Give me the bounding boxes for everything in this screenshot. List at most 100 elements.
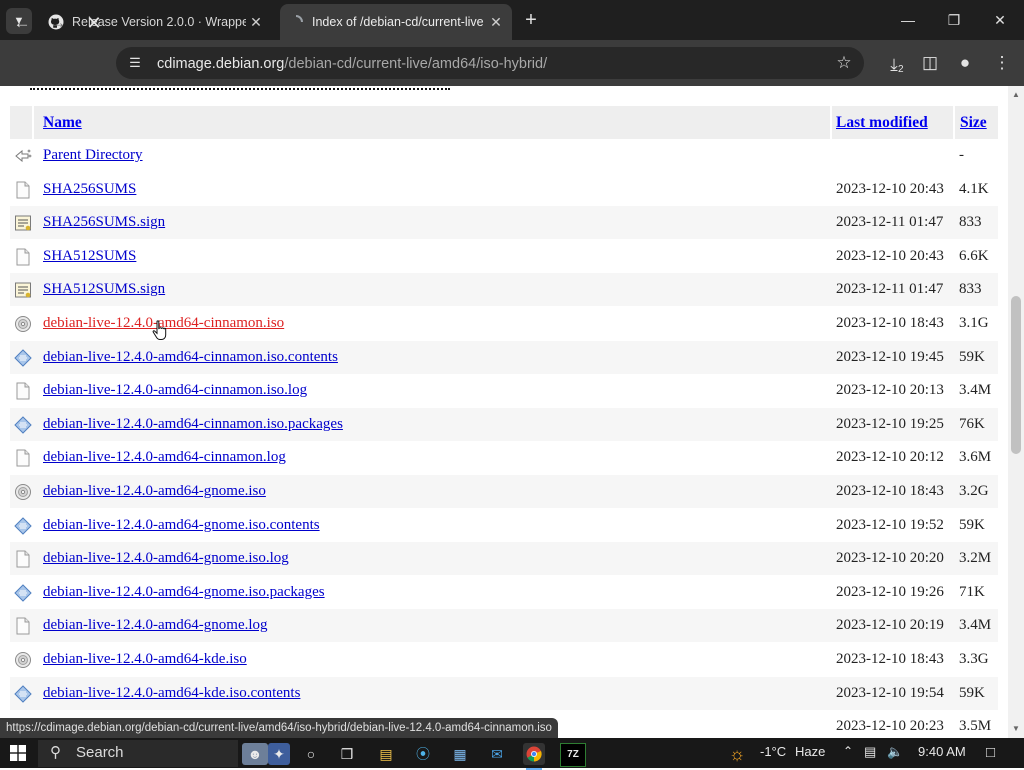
file-link[interactable]: debian-live-12.4.0-amd64-kde.iso xyxy=(43,651,247,668)
microsoft-store-icon[interactable]: ▦ xyxy=(449,743,471,765)
size-cell: 59K xyxy=(959,348,985,365)
close-tab-icon[interactable]: ✕ xyxy=(246,14,266,31)
size-cell: 833 xyxy=(959,281,982,298)
mail-icon[interactable]: ✉ xyxy=(486,743,508,765)
file-link[interactable]: SHA512SUMS xyxy=(43,248,136,265)
last-modified-cell: 2023-12-11 01:47 xyxy=(836,281,944,298)
last-modified-cell: 2023-12-10 19:26 xyxy=(836,583,944,600)
last-modified-cell: 2023-12-10 20:13 xyxy=(836,382,944,399)
edge-browser-icon[interactable]: ⦿ xyxy=(412,743,434,765)
last-modified-cell: 2023-12-10 19:25 xyxy=(836,415,944,432)
bookmark-star-icon[interactable]: ☆ xyxy=(834,53,854,73)
close-window-icon[interactable]: ✕ xyxy=(980,8,1020,32)
minimize-icon[interactable]: — xyxy=(888,8,928,32)
size-cell: 59K xyxy=(959,516,985,533)
profile-icon[interactable]: ● xyxy=(953,51,977,75)
diamond-file-icon xyxy=(14,348,32,367)
file-explorer-icon[interactable]: ▤ xyxy=(375,743,397,765)
last-modified-cell: 2023-12-10 18:43 xyxy=(836,651,944,667)
table-row: SHA512SUMS.sign 2023-12-11 01:47 833 xyxy=(10,273,998,307)
file-link[interactable]: SHA256SUMS xyxy=(43,181,136,198)
file-link[interactable]: debian-live-12.4.0-amd64-gnome.iso.conte… xyxy=(43,517,320,534)
cortana-icon[interactable]: ○ xyxy=(300,743,322,765)
forward-arrow-icon[interactable]: → xyxy=(46,11,70,35)
file-link[interactable]: debian-live-12.4.0-amd64-kde.iso.content… xyxy=(43,685,300,702)
menu-kebab-icon[interactable]: ⋮ xyxy=(990,51,1014,75)
weather-haze-icon: ☼ xyxy=(728,744,746,764)
scroll-down-arrow-icon[interactable]: ▼ xyxy=(1008,722,1024,736)
size-cell: 833 xyxy=(959,214,982,231)
chrome-icon[interactable] xyxy=(523,743,545,770)
size-cell: 3.2G xyxy=(959,483,989,499)
last-modified-cell: 2023-12-10 20:23 xyxy=(836,718,944,735)
diamond-file-icon xyxy=(14,684,32,703)
file-link[interactable]: SHA256SUMS.sign xyxy=(43,214,165,231)
text-file-icon xyxy=(14,449,32,467)
side-panel-icon[interactable]: ◫ xyxy=(918,51,942,75)
notifications-icon[interactable]: □ xyxy=(986,744,995,761)
stop-loading-icon[interactable]: ✕ xyxy=(82,11,106,35)
size-cell: 6.6K xyxy=(959,247,989,264)
search-highlight-bird-icon[interactable]: ✦ xyxy=(268,743,290,765)
url-path: /debian-cd/current-live/amd64/iso-hybrid… xyxy=(284,56,548,72)
file-link[interactable]: debian-live-12.4.0-amd64-cinnamon.log xyxy=(43,449,286,466)
diamond-file-icon xyxy=(14,416,32,434)
search-label: Search xyxy=(76,744,124,761)
file-link[interactable]: debian-live-12.4.0-amd64-gnome.iso.packa… xyxy=(43,584,325,601)
maximize-icon[interactable]: ❐ xyxy=(934,8,974,32)
file-link[interactable]: debian-live-12.4.0-amd64-cinnamon.iso.pa… xyxy=(43,416,343,433)
tab-index-of-debian[interactable]: Index of /debian-cd/current-live ✕ xyxy=(280,4,512,40)
taskbar-search-box[interactable]: ⚲ Search xyxy=(38,740,238,767)
file-link[interactable]: debian-live-12.4.0-amd64-gnome.log xyxy=(43,617,268,634)
table-row: debian-live-12.4.0-amd64-gnome.iso 2023-1… xyxy=(10,475,998,508)
sort-by-size-link[interactable]: Size xyxy=(960,114,987,132)
text-file-icon xyxy=(14,248,32,266)
clock-time[interactable]: 9:40 AM xyxy=(918,744,966,759)
tray-chevron-up-icon[interactable]: ⌃ xyxy=(843,744,853,758)
last-modified-cell: 2023-12-10 18:43 xyxy=(836,483,944,499)
parent-directory-link[interactable]: Parent Directory xyxy=(43,147,143,164)
last-modified-cell: 2023-12-10 18:43 xyxy=(836,315,944,331)
scrollbar-thumb[interactable] xyxy=(1011,296,1021,454)
new-tab-plus-icon[interactable]: + xyxy=(520,8,542,32)
size-cell: 59K xyxy=(959,684,985,701)
size-cell: 3.4M xyxy=(959,382,992,399)
size-cell: 3.4M xyxy=(959,617,992,634)
task-view-icon[interactable]: ❒ xyxy=(336,743,358,765)
7zip-icon[interactable]: 7Z xyxy=(560,743,586,767)
network-icon[interactable]: ▤ xyxy=(864,744,876,760)
site-info-icon[interactable]: ☰ xyxy=(126,55,144,71)
last-modified-cell: 2023-12-10 20:20 xyxy=(836,550,944,567)
sort-by-name-link[interactable]: Name xyxy=(43,114,82,132)
url-text[interactable]: cdimage.debian.org/debian-cd/current-liv… xyxy=(157,56,547,72)
file-link[interactable]: debian-live-12.4.0-amd64-gnome.iso.log xyxy=(43,550,289,567)
last-modified-cell: 2023-12-10 20:12 xyxy=(836,449,944,466)
last-modified-cell: 2023-12-10 19:52 xyxy=(836,516,944,533)
last-modified-cell: 2023-12-10 19:54 xyxy=(836,684,944,701)
back-arrow-icon[interactable]: ← xyxy=(10,11,34,35)
partial-previous-row xyxy=(30,86,450,90)
file-link[interactable]: debian-live-12.4.0-amd64-cinnamon.iso.co… xyxy=(43,349,338,366)
size-cell: 3.5M xyxy=(959,718,992,735)
tab-title: Index of /debian-cd/current-live xyxy=(312,15,484,29)
table-row: debian-live-12.4.0-amd64-gnome.iso.conte… xyxy=(10,509,998,542)
size-cell: 3.6M xyxy=(959,449,992,466)
close-tab-icon[interactable]: ✕ xyxy=(486,14,506,31)
search-highlight-image-icon[interactable]: ☻ xyxy=(242,743,268,765)
sort-by-modified-link[interactable]: Last modified xyxy=(836,114,928,132)
text-file-icon xyxy=(14,382,32,400)
scroll-up-arrow-icon[interactable]: ▲ xyxy=(1008,88,1024,102)
windows-start-icon[interactable] xyxy=(10,745,26,761)
weather-temp[interactable]: -1°C xyxy=(760,744,786,759)
volume-muted-icon[interactable]: 🔈 xyxy=(887,744,903,760)
search-icon: ⚲ xyxy=(50,744,61,761)
file-link[interactable]: SHA512SUMS.sign xyxy=(43,281,165,298)
file-link[interactable]: debian-live-12.4.0-amd64-cinnamon.iso.lo… xyxy=(43,382,307,399)
table-row: SHA256SUMS.sign 2023-12-11 01:47 833 xyxy=(10,206,998,240)
table-row: debian-live-12.4.0-amd64-kde.iso.content… xyxy=(10,676,998,710)
weather-desc[interactable]: Haze xyxy=(795,744,825,759)
last-modified-cell: 2023-12-10 20:19 xyxy=(836,617,944,634)
table-row: debian-live-12.4.0-amd64-kde.iso 2023-12-… xyxy=(10,643,998,676)
tab-release-version[interactable]: Release Version 2.0.0 · Wrapper ✕ xyxy=(40,4,272,40)
file-link[interactable]: debian-live-12.4.0-amd64-gnome.iso xyxy=(43,483,266,500)
